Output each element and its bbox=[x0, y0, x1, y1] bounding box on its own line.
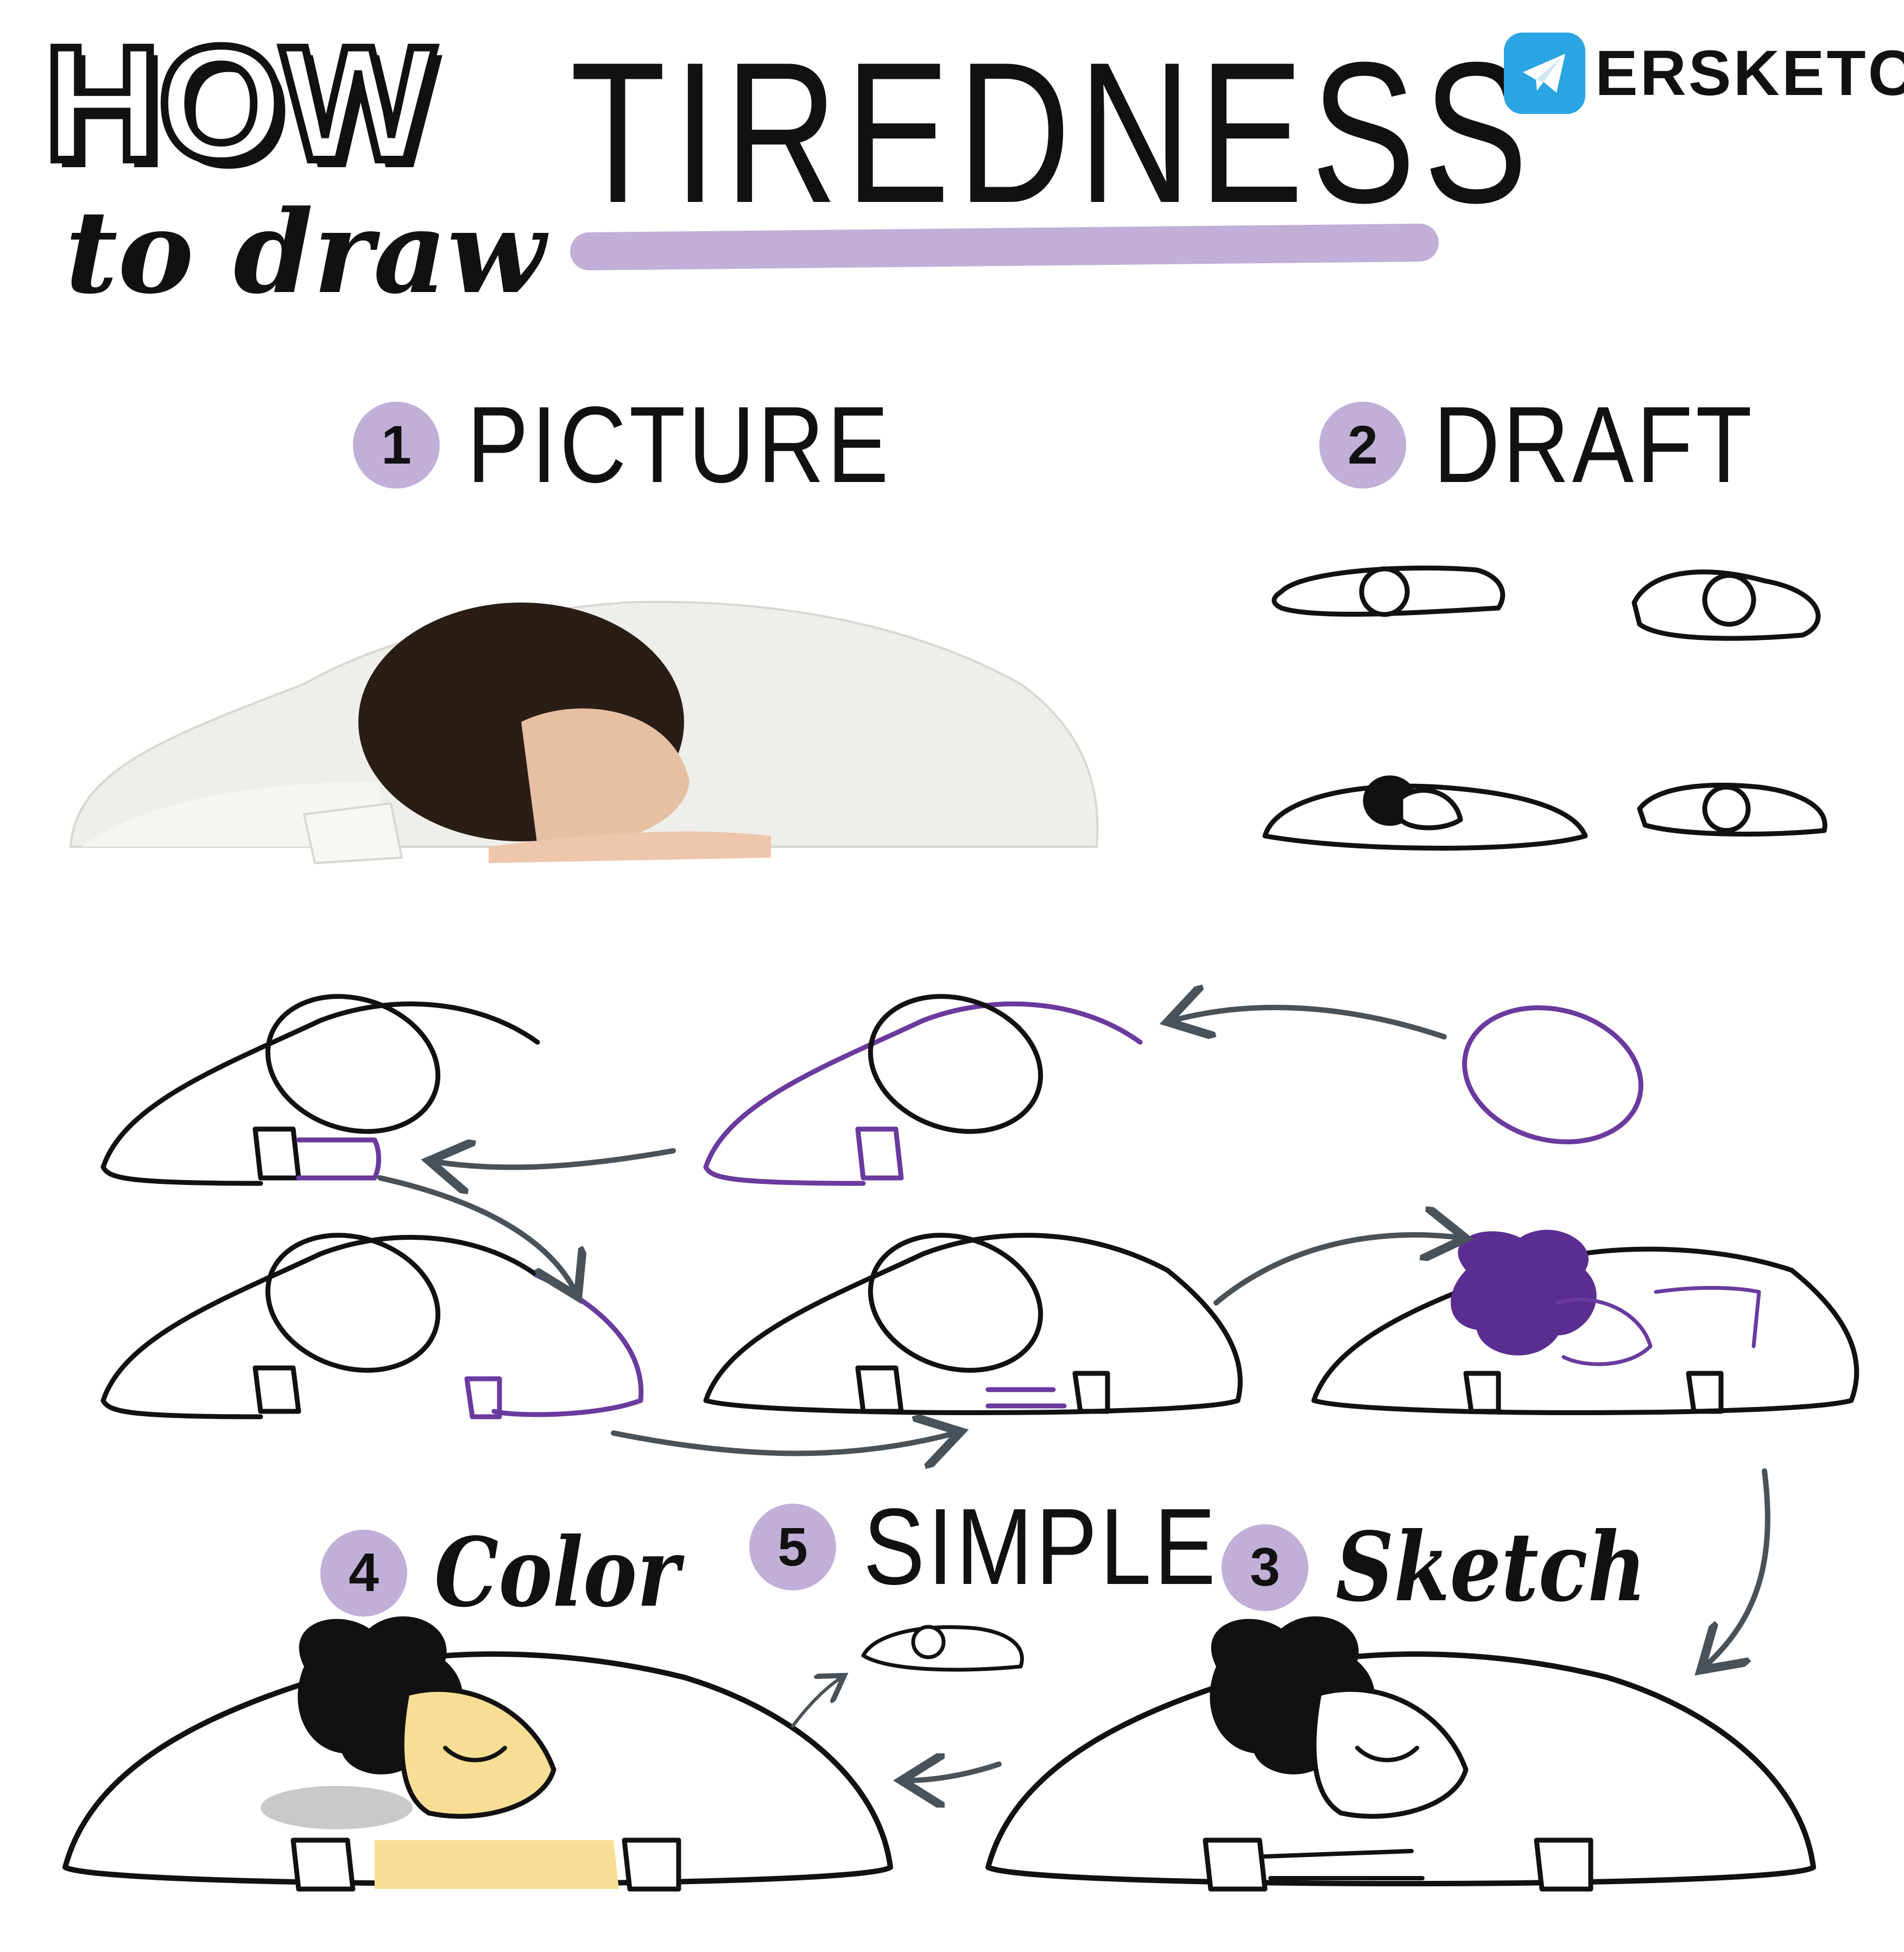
color-illustration bbox=[62, 1616, 893, 1892]
construction-step-c bbox=[1462, 1005, 1643, 1145]
construction-step-e bbox=[703, 1233, 1243, 1415]
reference-photo bbox=[69, 600, 1099, 865]
arrow-icon bbox=[434, 1151, 676, 1167]
sketch-illustration bbox=[985, 1616, 1816, 1892]
construction-step-f bbox=[1311, 1229, 1859, 1415]
arrow-icon bbox=[907, 1764, 1002, 1780]
construction-step-d bbox=[100, 1233, 644, 1419]
arrow-icon bbox=[611, 1433, 956, 1454]
arrow-icon bbox=[1705, 1468, 1770, 1666]
arrow-icon bbox=[1213, 1235, 1460, 1305]
construction-step-b bbox=[703, 994, 1143, 1186]
simple-illustration bbox=[861, 1625, 1024, 1672]
drawings-canvas bbox=[62, 565, 1859, 1892]
construction-step-a bbox=[100, 994, 540, 1186]
draft-thumbnails bbox=[1262, 565, 1827, 851]
arrow-icon bbox=[1173, 1007, 1447, 1037]
arrow-icon bbox=[791, 1677, 842, 1728]
